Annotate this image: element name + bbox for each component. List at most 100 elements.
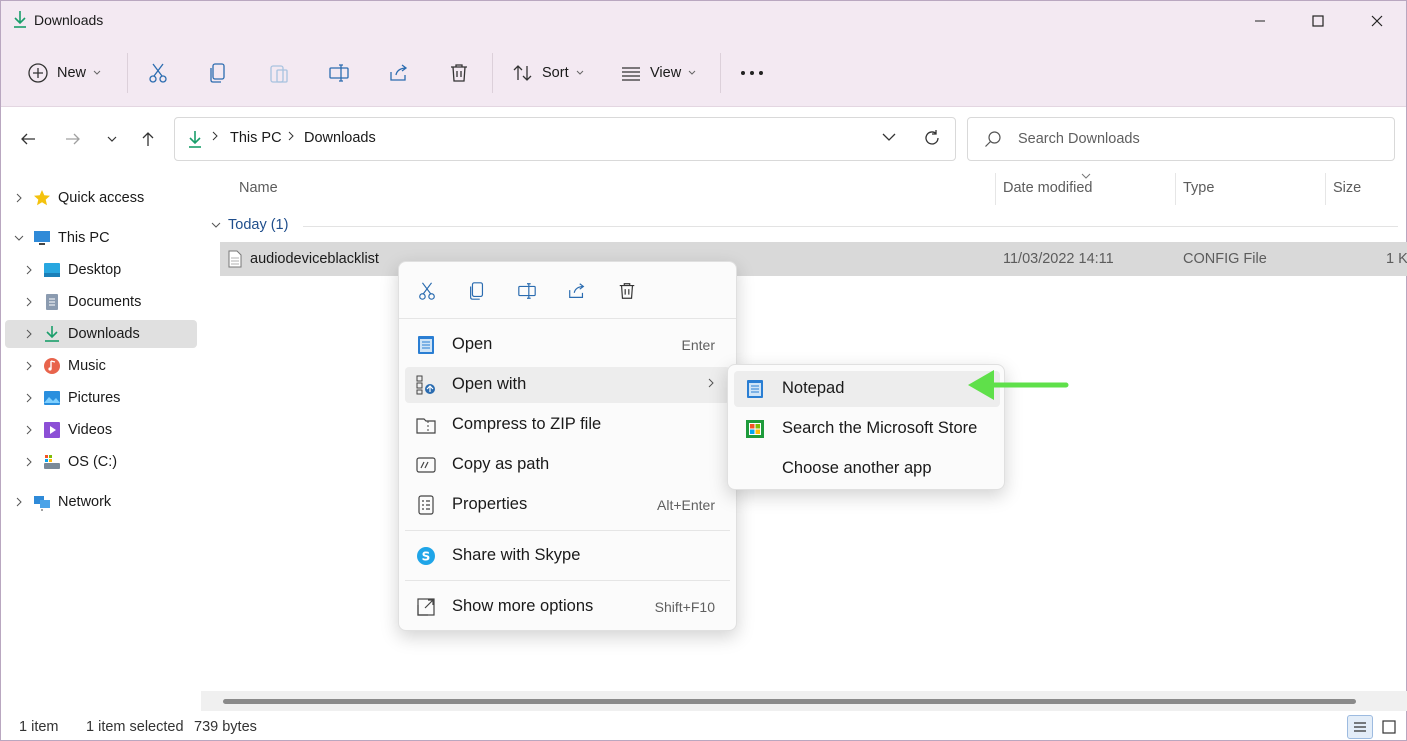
- paste-button[interactable]: [268, 55, 290, 91]
- chevron-right-icon[interactable]: [13, 496, 25, 508]
- sidebar-item-label: Music: [68, 358, 106, 374]
- maximize-button[interactable]: [1295, 7, 1341, 35]
- sidebar-item-music[interactable]: Music: [5, 352, 197, 380]
- plus-circle-icon: [28, 63, 48, 83]
- refresh-icon[interactable]: [923, 129, 941, 147]
- submenu-item-notepad[interactable]: Notepad: [734, 371, 1000, 407]
- address-bar[interactable]: This PC Downloads: [174, 117, 956, 161]
- menu-item-compress-zip[interactable]: Compress to ZIP file: [405, 407, 730, 443]
- sort-button[interactable]: Sort: [512, 55, 584, 91]
- chevron-right-icon[interactable]: [23, 296, 35, 308]
- show-more-icon: [417, 598, 435, 616]
- breadcrumb-this-pc[interactable]: This PC: [230, 130, 282, 146]
- column-header-name[interactable]: Name: [239, 180, 278, 196]
- svg-text:S: S: [422, 550, 431, 564]
- forward-button[interactable]: [59, 125, 87, 153]
- navigation-pane: Quick access This PC Desktop Documents D…: [1, 171, 201, 691]
- search-icon: [985, 131, 1001, 147]
- context-copy-button[interactable]: [462, 276, 492, 306]
- column-header-size[interactable]: Size: [1333, 180, 1361, 196]
- view-button[interactable]: View: [620, 55, 696, 91]
- sidebar-item-downloads[interactable]: Downloads: [5, 320, 197, 348]
- window-title: Downloads: [34, 12, 104, 28]
- context-cut-button[interactable]: [412, 276, 442, 306]
- sidebar-item-label: Quick access: [58, 190, 145, 206]
- sidebar-item-label: Downloads: [68, 326, 140, 342]
- context-delete-button[interactable]: [612, 276, 642, 306]
- properties-icon: [418, 495, 434, 515]
- sidebar-item-os-drive[interactable]: OS (C:): [5, 448, 197, 476]
- menu-item-copy-as-path[interactable]: Copy as path: [405, 447, 730, 483]
- arrow-left-icon: [21, 133, 35, 145]
- chevron-right-icon[interactable]: [23, 392, 35, 404]
- file-size: 1 K: [1386, 251, 1407, 267]
- search-box[interactable]: Search Downloads: [967, 117, 1395, 161]
- new-button[interactable]: New: [27, 55, 101, 91]
- network-icon: [34, 496, 50, 511]
- large-icons-view-button[interactable]: [1376, 715, 1402, 739]
- rename-button[interactable]: [328, 55, 350, 91]
- menu-item-shortcut: Alt+Enter: [657, 497, 715, 513]
- documents-icon: [46, 294, 58, 310]
- up-button[interactable]: [134, 125, 162, 153]
- details-view-icon: [1354, 722, 1366, 732]
- chevron-down-icon[interactable]: [13, 232, 25, 244]
- group-header-today[interactable]: Today (1): [211, 217, 288, 233]
- chevron-down-icon: [93, 70, 101, 75]
- menu-item-open[interactable]: Open Enter: [405, 327, 730, 363]
- chevron-right-icon[interactable]: [23, 264, 35, 276]
- share-icon: [569, 283, 585, 298]
- chevron-right-icon[interactable]: [23, 328, 35, 340]
- chevron-down-icon[interactable]: [882, 133, 896, 142]
- context-share-button[interactable]: [562, 276, 592, 306]
- copy-icon: [470, 282, 484, 300]
- navigation-bar: This PC Downloads Search Downloads: [1, 107, 1406, 171]
- context-rename-button[interactable]: [512, 276, 542, 306]
- menu-item-share-skype[interactable]: S Share with Skype: [405, 538, 730, 574]
- submenu-item-choose-another-app[interactable]: Choose another app: [734, 451, 1000, 487]
- horizontal-scrollbar[interactable]: [201, 691, 1407, 711]
- chevron-right-icon[interactable]: [23, 360, 35, 372]
- notepad-icon: [418, 336, 434, 354]
- sidebar-item-network[interactable]: Network: [5, 488, 197, 516]
- details-view-button[interactable]: [1347, 715, 1373, 739]
- sidebar-item-documents[interactable]: Documents: [5, 288, 197, 316]
- delete-button[interactable]: [448, 55, 470, 91]
- sidebar-item-pictures[interactable]: Pictures: [5, 384, 197, 412]
- sidebar-item-desktop[interactable]: Desktop: [5, 256, 197, 284]
- chevron-right-icon[interactable]: [23, 424, 35, 436]
- rename-icon: [329, 64, 349, 82]
- column-divider[interactable]: [995, 173, 996, 205]
- copy-button[interactable]: [207, 55, 229, 91]
- back-button[interactable]: [14, 125, 42, 153]
- recent-locations-button[interactable]: [98, 125, 126, 153]
- sort-icon: [513, 65, 532, 81]
- column-divider[interactable]: [1175, 173, 1176, 205]
- minimize-button[interactable]: [1237, 7, 1283, 35]
- copy-icon: [210, 63, 225, 83]
- more-options-button[interactable]: [740, 55, 764, 91]
- arrow-right-icon: [66, 133, 80, 145]
- command-bar: New Sort View: [1, 41, 1406, 107]
- menu-item-show-more-options[interactable]: Show more options Shift+F10: [405, 589, 730, 625]
- sidebar-item-videos[interactable]: Videos: [5, 416, 197, 444]
- pc-icon: [34, 231, 50, 245]
- column-divider[interactable]: [1325, 173, 1326, 205]
- chevron-right-icon[interactable]: [23, 456, 35, 468]
- chevron-right-icon[interactable]: [13, 192, 25, 204]
- sidebar-item-quick-access[interactable]: Quick access: [5, 184, 197, 212]
- cut-icon: [149, 63, 167, 83]
- menu-item-properties[interactable]: Properties Alt+Enter: [405, 487, 730, 523]
- scrollbar-thumb[interactable]: [223, 699, 1356, 704]
- breadcrumb-downloads[interactable]: Downloads: [304, 130, 376, 146]
- cut-button[interactable]: [147, 55, 169, 91]
- column-header-type[interactable]: Type: [1183, 180, 1214, 196]
- submenu-item-microsoft-store[interactable]: Search the Microsoft Store: [734, 411, 1000, 447]
- chevron-down-icon: [211, 222, 221, 228]
- column-header-date[interactable]: Date modified: [1003, 180, 1092, 196]
- share-button[interactable]: [388, 55, 410, 91]
- sidebar-item-this-pc[interactable]: This PC: [5, 224, 197, 252]
- menu-item-open-with[interactable]: Open with: [405, 367, 730, 403]
- menu-item-label: Open with: [452, 375, 527, 393]
- close-button[interactable]: [1354, 7, 1400, 35]
